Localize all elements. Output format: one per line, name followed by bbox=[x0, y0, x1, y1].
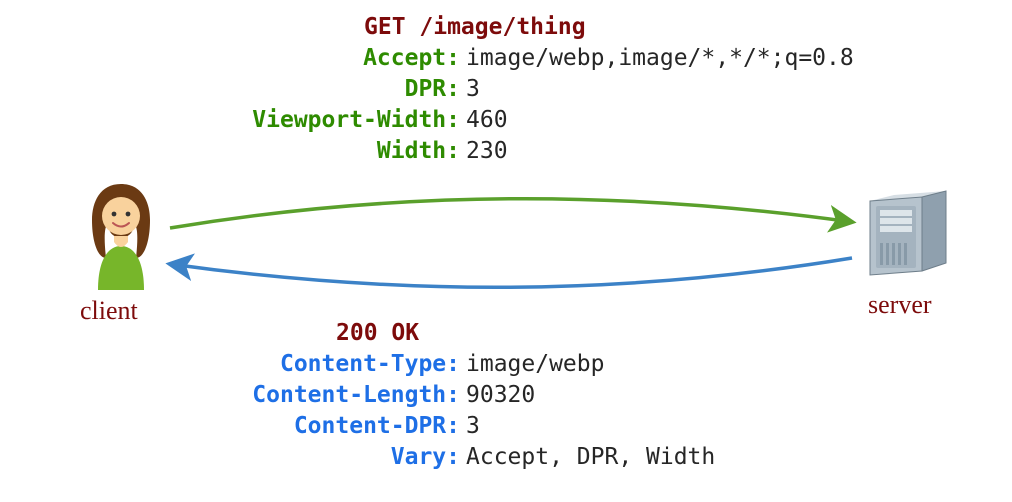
response-header-value: image/webp bbox=[466, 349, 604, 380]
http-response-block: 200 OK Content-Type: image/webp Content-… bbox=[250, 318, 715, 473]
request-header-key: Width: bbox=[250, 136, 466, 167]
request-header: DPR: 3 bbox=[250, 74, 854, 105]
server-label: server bbox=[868, 290, 932, 320]
response-header: Content-DPR: 3 bbox=[250, 411, 715, 442]
response-header: Content-Type: image/webp bbox=[250, 349, 715, 380]
response-header: Vary: Accept, DPR, Width bbox=[250, 442, 715, 473]
request-header: Width: 230 bbox=[250, 136, 854, 167]
request-header-key: Viewport-Width: bbox=[250, 105, 466, 136]
client-label: client bbox=[80, 296, 138, 326]
response-header-value: 90320 bbox=[466, 380, 535, 411]
request-header: Accept: image/webp,image/*,*/*;q=0.8 bbox=[250, 43, 854, 74]
response-header-key: Content-Length: bbox=[250, 380, 466, 411]
response-status-line: 200 OK bbox=[250, 318, 715, 349]
response-header: Content-Length: 90320 bbox=[250, 380, 715, 411]
request-header-value: image/webp,image/*,*/*;q=0.8 bbox=[466, 43, 854, 74]
request-header-key: Accept: bbox=[250, 43, 466, 74]
server-tower-icon bbox=[858, 185, 954, 281]
request-header: Viewport-Width: 460 bbox=[250, 105, 854, 136]
response-header-value: 3 bbox=[466, 411, 480, 442]
request-status-line: GET /image/thing bbox=[250, 12, 854, 43]
response-arrow bbox=[170, 258, 852, 287]
request-header-value: 460 bbox=[466, 105, 508, 136]
request-header-value: 3 bbox=[466, 74, 480, 105]
response-header-value: Accept, DPR, Width bbox=[466, 442, 715, 473]
request-header-key: DPR: bbox=[250, 74, 466, 105]
response-header-key: Content-DPR: bbox=[250, 411, 466, 442]
http-request-block: GET /image/thing Accept: image/webp,imag… bbox=[250, 12, 854, 167]
response-header-key: Vary: bbox=[250, 442, 466, 473]
response-header-key: Content-Type: bbox=[250, 349, 466, 380]
request-method-path: GET /image/thing bbox=[364, 12, 586, 43]
client-user-icon bbox=[86, 180, 156, 290]
response-status: 200 OK bbox=[336, 318, 419, 349]
request-arrow bbox=[170, 199, 852, 228]
request-header-value: 230 bbox=[466, 136, 508, 167]
